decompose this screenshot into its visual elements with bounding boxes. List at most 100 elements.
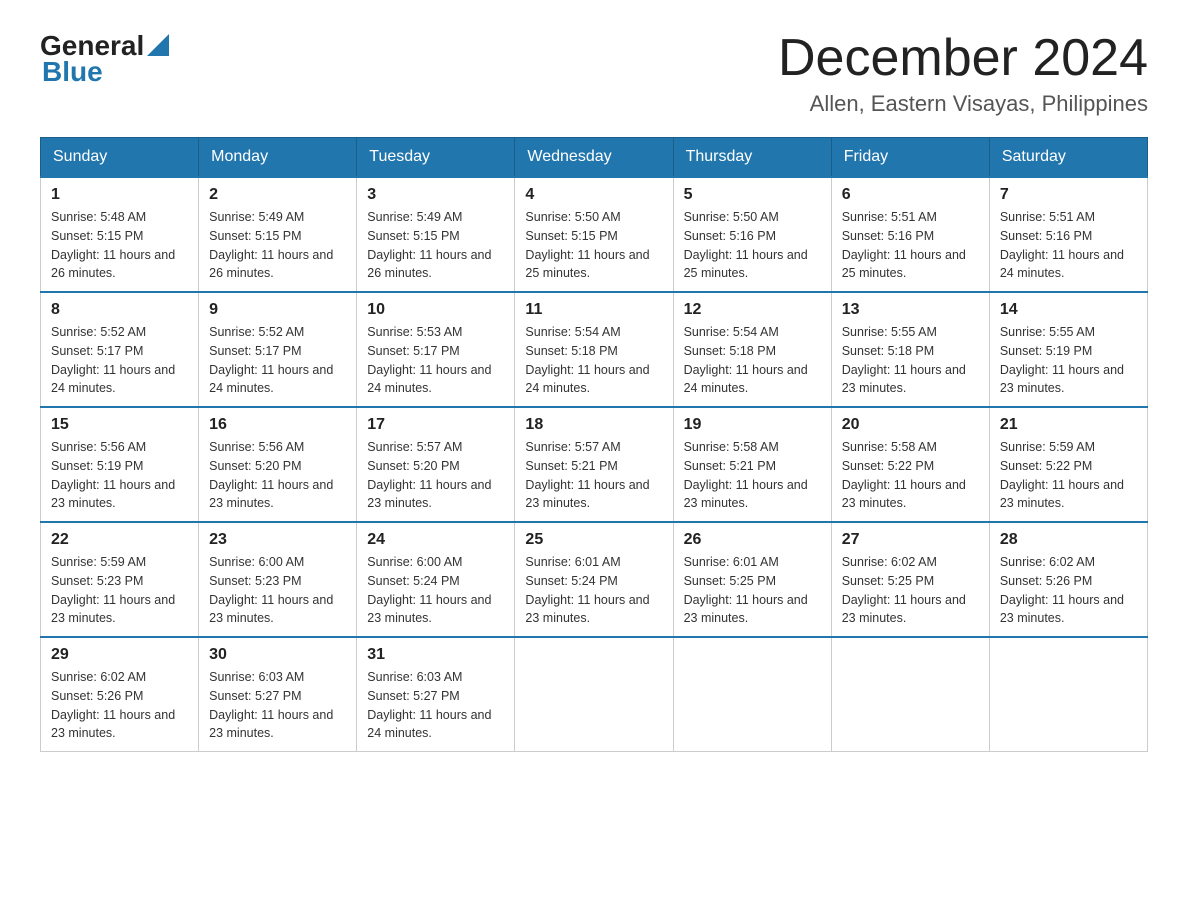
calendar-day-cell: 19 Sunrise: 5:58 AM Sunset: 5:21 PM Dayl…: [673, 407, 831, 522]
header-wednesday: Wednesday: [515, 138, 673, 178]
day-number: 1: [51, 186, 188, 204]
day-number: 24: [367, 531, 504, 549]
day-number: 17: [367, 416, 504, 434]
day-number: 22: [51, 531, 188, 549]
calendar-day-cell: 25 Sunrise: 6:01 AM Sunset: 5:24 PM Dayl…: [515, 522, 673, 637]
day-number: 5: [684, 186, 821, 204]
day-number: 12: [684, 301, 821, 319]
day-info: Sunrise: 6:02 AM Sunset: 5:25 PM Dayligh…: [842, 553, 979, 628]
calendar-day-cell: 3 Sunrise: 5:49 AM Sunset: 5:15 PM Dayli…: [357, 177, 515, 292]
day-info: Sunrise: 5:58 AM Sunset: 5:21 PM Dayligh…: [684, 438, 821, 513]
day-info: Sunrise: 6:01 AM Sunset: 5:25 PM Dayligh…: [684, 553, 821, 628]
calendar-day-cell: 27 Sunrise: 6:02 AM Sunset: 5:25 PM Dayl…: [831, 522, 989, 637]
calendar-day-cell: 29 Sunrise: 6:02 AM Sunset: 5:26 PM Dayl…: [41, 637, 199, 752]
day-number: 29: [51, 646, 188, 664]
day-info: Sunrise: 5:55 AM Sunset: 5:18 PM Dayligh…: [842, 323, 979, 398]
day-number: 9: [209, 301, 346, 319]
day-number: 11: [525, 301, 662, 319]
calendar-day-cell: 24 Sunrise: 6:00 AM Sunset: 5:24 PM Dayl…: [357, 522, 515, 637]
day-info: Sunrise: 5:50 AM Sunset: 5:15 PM Dayligh…: [525, 208, 662, 283]
day-number: 25: [525, 531, 662, 549]
calendar-day-cell: 1 Sunrise: 5:48 AM Sunset: 5:15 PM Dayli…: [41, 177, 199, 292]
calendar-day-cell: 5 Sunrise: 5:50 AM Sunset: 5:16 PM Dayli…: [673, 177, 831, 292]
day-info: Sunrise: 5:55 AM Sunset: 5:19 PM Dayligh…: [1000, 323, 1137, 398]
day-info: Sunrise: 5:54 AM Sunset: 5:18 PM Dayligh…: [684, 323, 821, 398]
calendar-day-cell: 15 Sunrise: 5:56 AM Sunset: 5:19 PM Dayl…: [41, 407, 199, 522]
day-number: 2: [209, 186, 346, 204]
day-info: Sunrise: 6:03 AM Sunset: 5:27 PM Dayligh…: [209, 668, 346, 743]
calendar-week-row: 15 Sunrise: 5:56 AM Sunset: 5:19 PM Dayl…: [41, 407, 1148, 522]
day-info: Sunrise: 5:57 AM Sunset: 5:20 PM Dayligh…: [367, 438, 504, 513]
day-info: Sunrise: 5:56 AM Sunset: 5:19 PM Dayligh…: [51, 438, 188, 513]
day-number: 18: [525, 416, 662, 434]
day-number: 20: [842, 416, 979, 434]
day-number: 7: [1000, 186, 1137, 204]
calendar-week-row: 22 Sunrise: 5:59 AM Sunset: 5:23 PM Dayl…: [41, 522, 1148, 637]
day-info: Sunrise: 6:02 AM Sunset: 5:26 PM Dayligh…: [1000, 553, 1137, 628]
header-monday: Monday: [199, 138, 357, 178]
day-info: Sunrise: 5:53 AM Sunset: 5:17 PM Dayligh…: [367, 323, 504, 398]
day-info: Sunrise: 5:56 AM Sunset: 5:20 PM Dayligh…: [209, 438, 346, 513]
calendar-week-row: 1 Sunrise: 5:48 AM Sunset: 5:15 PM Dayli…: [41, 177, 1148, 292]
day-number: 8: [51, 301, 188, 319]
day-info: Sunrise: 5:59 AM Sunset: 5:22 PM Dayligh…: [1000, 438, 1137, 513]
logo: General Blue: [40, 30, 169, 88]
calendar-day-cell: 11 Sunrise: 5:54 AM Sunset: 5:18 PM Dayl…: [515, 292, 673, 407]
calendar-day-cell: [831, 637, 989, 752]
header-friday: Friday: [831, 138, 989, 178]
calendar-day-cell: 6 Sunrise: 5:51 AM Sunset: 5:16 PM Dayli…: [831, 177, 989, 292]
day-info: Sunrise: 5:51 AM Sunset: 5:16 PM Dayligh…: [842, 208, 979, 283]
calendar-header-row: Sunday Monday Tuesday Wednesday Thursday…: [41, 138, 1148, 178]
header-sunday: Sunday: [41, 138, 199, 178]
calendar-day-cell: [989, 637, 1147, 752]
day-number: 14: [1000, 301, 1137, 319]
day-number: 19: [684, 416, 821, 434]
day-info: Sunrise: 6:02 AM Sunset: 5:26 PM Dayligh…: [51, 668, 188, 743]
day-number: 15: [51, 416, 188, 434]
page-title: December 2024: [778, 30, 1148, 87]
calendar-day-cell: 2 Sunrise: 5:49 AM Sunset: 5:15 PM Dayli…: [199, 177, 357, 292]
header-thursday: Thursday: [673, 138, 831, 178]
day-info: Sunrise: 5:52 AM Sunset: 5:17 PM Dayligh…: [51, 323, 188, 398]
calendar-day-cell: 31 Sunrise: 6:03 AM Sunset: 5:27 PM Dayl…: [357, 637, 515, 752]
calendar-day-cell: [673, 637, 831, 752]
calendar-day-cell: 22 Sunrise: 5:59 AM Sunset: 5:23 PM Dayl…: [41, 522, 199, 637]
calendar-day-cell: 23 Sunrise: 6:00 AM Sunset: 5:23 PM Dayl…: [199, 522, 357, 637]
calendar-day-cell: [515, 637, 673, 752]
day-number: 13: [842, 301, 979, 319]
day-number: 23: [209, 531, 346, 549]
day-number: 28: [1000, 531, 1137, 549]
calendar-day-cell: 14 Sunrise: 5:55 AM Sunset: 5:19 PM Dayl…: [989, 292, 1147, 407]
day-number: 6: [842, 186, 979, 204]
page-header: General Blue December 2024 Allen, Easter…: [40, 30, 1148, 117]
logo-triangle-icon: [147, 34, 169, 56]
day-info: Sunrise: 5:54 AM Sunset: 5:18 PM Dayligh…: [525, 323, 662, 398]
logo-blue-text: Blue: [42, 56, 103, 88]
header-tuesday: Tuesday: [357, 138, 515, 178]
day-number: 30: [209, 646, 346, 664]
day-info: Sunrise: 5:51 AM Sunset: 5:16 PM Dayligh…: [1000, 208, 1137, 283]
calendar-day-cell: 7 Sunrise: 5:51 AM Sunset: 5:16 PM Dayli…: [989, 177, 1147, 292]
day-info: Sunrise: 6:00 AM Sunset: 5:24 PM Dayligh…: [367, 553, 504, 628]
day-info: Sunrise: 5:58 AM Sunset: 5:22 PM Dayligh…: [842, 438, 979, 513]
calendar-day-cell: 17 Sunrise: 5:57 AM Sunset: 5:20 PM Dayl…: [357, 407, 515, 522]
day-info: Sunrise: 6:00 AM Sunset: 5:23 PM Dayligh…: [209, 553, 346, 628]
day-info: Sunrise: 6:01 AM Sunset: 5:24 PM Dayligh…: [525, 553, 662, 628]
day-info: Sunrise: 5:49 AM Sunset: 5:15 PM Dayligh…: [367, 208, 504, 283]
day-number: 26: [684, 531, 821, 549]
calendar-table: Sunday Monday Tuesday Wednesday Thursday…: [40, 137, 1148, 752]
day-number: 3: [367, 186, 504, 204]
calendar-day-cell: 20 Sunrise: 5:58 AM Sunset: 5:22 PM Dayl…: [831, 407, 989, 522]
header-saturday: Saturday: [989, 138, 1147, 178]
day-info: Sunrise: 5:57 AM Sunset: 5:21 PM Dayligh…: [525, 438, 662, 513]
day-number: 16: [209, 416, 346, 434]
calendar-week-row: 29 Sunrise: 6:02 AM Sunset: 5:26 PM Dayl…: [41, 637, 1148, 752]
calendar-day-cell: 10 Sunrise: 5:53 AM Sunset: 5:17 PM Dayl…: [357, 292, 515, 407]
calendar-day-cell: 13 Sunrise: 5:55 AM Sunset: 5:18 PM Dayl…: [831, 292, 989, 407]
day-info: Sunrise: 5:50 AM Sunset: 5:16 PM Dayligh…: [684, 208, 821, 283]
day-info: Sunrise: 5:48 AM Sunset: 5:15 PM Dayligh…: [51, 208, 188, 283]
day-number: 10: [367, 301, 504, 319]
day-info: Sunrise: 5:59 AM Sunset: 5:23 PM Dayligh…: [51, 553, 188, 628]
calendar-day-cell: 4 Sunrise: 5:50 AM Sunset: 5:15 PM Dayli…: [515, 177, 673, 292]
calendar-day-cell: 28 Sunrise: 6:02 AM Sunset: 5:26 PM Dayl…: [989, 522, 1147, 637]
